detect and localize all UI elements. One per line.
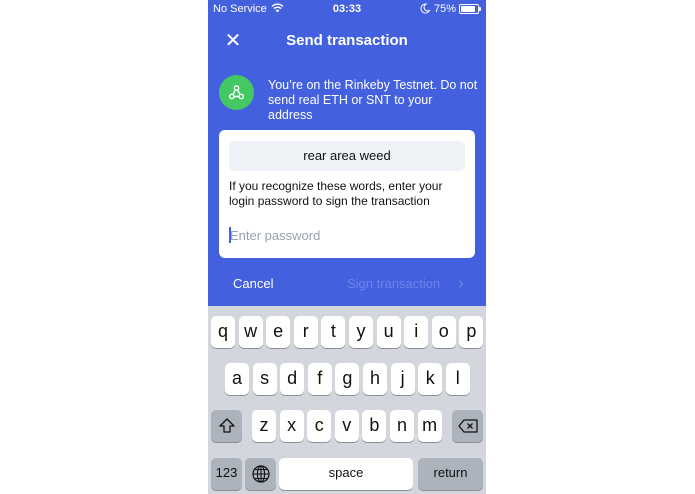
security-phrase: rear area weed (229, 141, 465, 171)
key-s[interactable]: s (252, 363, 277, 395)
testnet-notice: You’re on the Rinkeby Testnet. Do not se… (268, 78, 478, 122)
cancel-button[interactable]: Cancel (233, 276, 273, 291)
key-o[interactable]: o (431, 316, 456, 348)
key-b[interactable]: b (362, 410, 387, 442)
password-input[interactable] (229, 225, 466, 245)
keyboard: qwertyuiop asdfghjkl zxcvbnm 123 space r… (208, 306, 486, 494)
key-a[interactable]: a (225, 363, 249, 395)
key-m[interactable]: m (417, 410, 442, 442)
shift-icon (218, 417, 235, 437)
backspace-key[interactable] (452, 410, 483, 442)
key-j[interactable]: j (390, 363, 415, 395)
page-title: Send transaction (286, 32, 408, 49)
shift-key[interactable] (211, 410, 242, 442)
globe-key[interactable] (245, 458, 276, 490)
sign-transaction-button[interactable]: Sign transaction (347, 276, 440, 291)
battery-icon (459, 4, 481, 14)
key-z[interactable]: z (252, 410, 276, 442)
key-k[interactable]: k (418, 363, 443, 395)
key-t[interactable]: t (321, 316, 346, 348)
battery-percent: 75% (434, 3, 457, 15)
backspace-icon (457, 417, 478, 437)
key-f[interactable]: f (307, 363, 332, 395)
key-v[interactable]: v (334, 410, 359, 442)
phone-screen: No Service 03:33 75% ✕ Send transaction (208, 0, 486, 494)
battery-fill (461, 6, 475, 12)
battery-nub (479, 7, 481, 11)
key-i[interactable]: i (404, 316, 429, 348)
key-y[interactable]: y (349, 316, 373, 348)
key-n[interactable]: n (390, 410, 414, 442)
key-x[interactable]: x (279, 410, 304, 442)
key-w[interactable]: w (238, 316, 263, 348)
key-g[interactable]: g (335, 363, 360, 395)
key-e[interactable]: e (266, 316, 291, 348)
sign-card: rear area weed If you recognize these wo… (219, 130, 475, 258)
key-d[interactable]: d (280, 363, 305, 395)
moon-icon (420, 3, 431, 17)
text-caret (229, 227, 231, 243)
space-key[interactable]: space (279, 458, 413, 490)
numbers-key[interactable]: 123 (211, 458, 242, 490)
key-h[interactable]: h (363, 363, 387, 395)
key-u[interactable]: u (376, 316, 401, 348)
key-r[interactable]: r (293, 316, 318, 348)
chevron-right-icon[interactable]: › (458, 273, 464, 293)
status-bar: No Service 03:33 75% (208, 0, 486, 18)
globe-icon (251, 465, 270, 487)
key-l[interactable]: l (445, 363, 470, 395)
key-q[interactable]: q (211, 316, 235, 348)
testnet-icon (219, 75, 254, 110)
key-c[interactable]: c (307, 410, 332, 442)
return-key[interactable]: return (418, 458, 483, 490)
sign-instructions: If you recognize these words, enter your… (229, 179, 443, 208)
key-p[interactable]: p (459, 316, 484, 348)
